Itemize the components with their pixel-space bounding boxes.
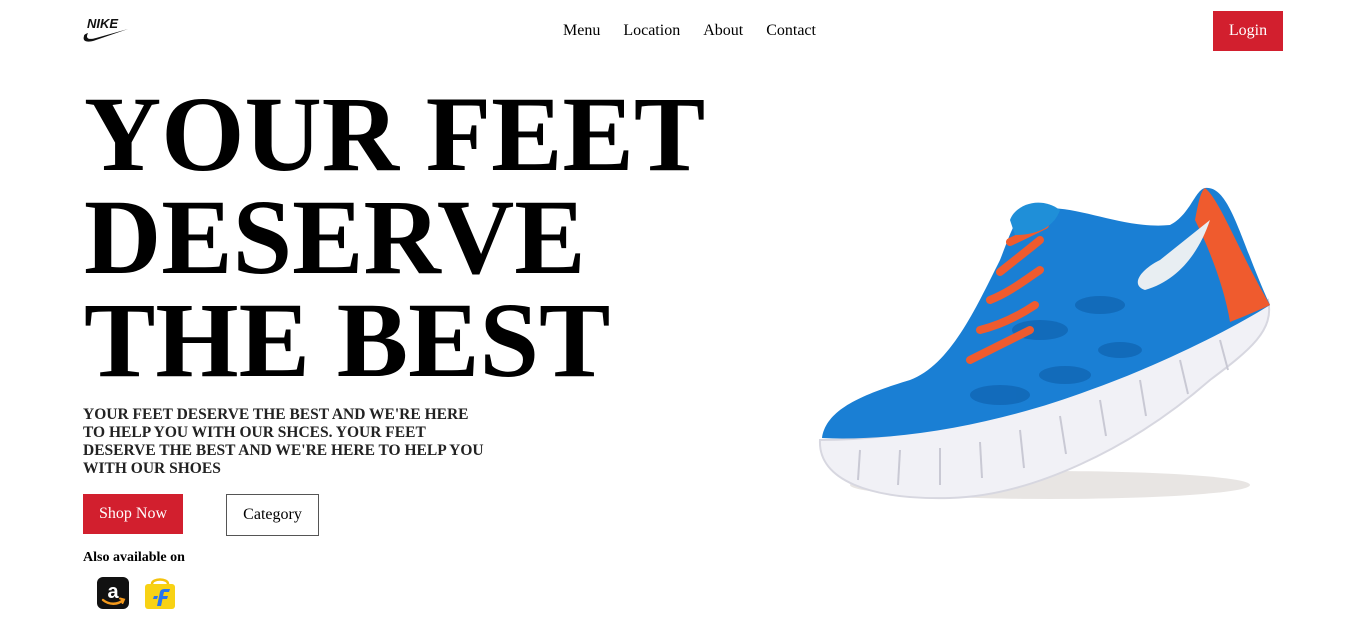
also-available-label: Also available on bbox=[83, 550, 185, 565]
amazon-icon[interactable]: a bbox=[96, 576, 130, 610]
shoe-image bbox=[818, 187, 1271, 500]
svg-text:a: a bbox=[107, 581, 119, 603]
hero-title: YOUR FEET DESERVE THE BEST bbox=[84, 76, 706, 400]
login-button[interactable]: Login bbox=[1213, 11, 1283, 51]
nav-item-menu[interactable]: Menu bbox=[563, 21, 600, 41]
nike-logo[interactable]: NIKE bbox=[82, 14, 130, 44]
hero-title-line-1: YOUR FEET bbox=[84, 76, 706, 194]
hero-description: YOUR FEET DESERVE THE BEST AND WE'RE HER… bbox=[83, 406, 484, 477]
main-nav: Menu Location About Contact bbox=[563, 21, 816, 41]
nav-item-about[interactable]: About bbox=[703, 21, 743, 41]
nike-logo-text: NIKE bbox=[87, 16, 118, 31]
shop-now-button[interactable]: Shop Now bbox=[83, 494, 183, 534]
hero-title-line-2: DESERVE bbox=[84, 179, 586, 297]
nav-item-contact[interactable]: Contact bbox=[766, 21, 816, 41]
flipkart-icon[interactable] bbox=[143, 576, 177, 610]
hero-title-line-3: THE BEST bbox=[84, 282, 611, 400]
nav-item-location[interactable]: Location bbox=[623, 21, 680, 41]
category-button[interactable]: Category bbox=[226, 494, 319, 536]
